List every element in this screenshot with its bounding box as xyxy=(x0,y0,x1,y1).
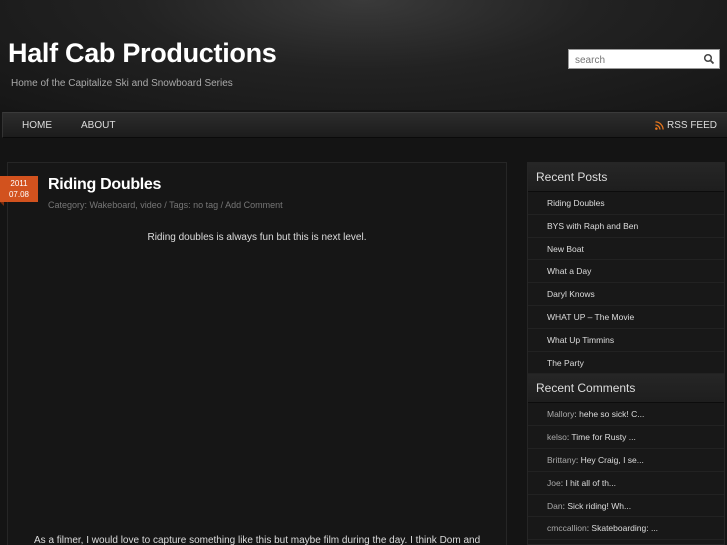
recent-post-link[interactable]: What a Day xyxy=(528,260,724,284)
comment-author: Mallory xyxy=(547,409,575,420)
rss-feed-link[interactable]: RSS FEED xyxy=(655,120,717,131)
comment-author: Joe xyxy=(547,477,561,488)
comment-link[interactable]: Sick riding! Wh... xyxy=(567,501,631,511)
comment-link[interactable]: Time for Rusty ... xyxy=(571,432,635,442)
recent-post-link[interactable]: New Boat xyxy=(528,238,724,261)
site-description: Home of the Capitalize Ski and Snowboard… xyxy=(11,78,233,89)
recent-comments-title: Recent Comments xyxy=(528,374,724,404)
comment-author: cmccallion xyxy=(547,523,587,534)
comment-link[interactable]: I hit all of th... xyxy=(565,478,616,488)
post-title[interactable]: Riding Doubles xyxy=(48,176,161,194)
post-body-text: As a filmer, I would love to capture som… xyxy=(34,535,481,545)
nav-item-about[interactable]: ABOUT xyxy=(81,120,115,131)
comment-link[interactable]: Hey Craig, I se... xyxy=(581,455,644,465)
recent-comment: cmccallion: Skateboarding: ... xyxy=(528,517,724,541)
post-date-day: 07.08 xyxy=(8,190,30,199)
comment-author: Dan xyxy=(547,500,563,511)
rss-icon xyxy=(655,121,664,130)
rss-label: RSS FEED xyxy=(666,120,717,131)
main-nav: HOME ABOUT RSS FEED xyxy=(2,112,727,138)
comment-author: Brittany xyxy=(547,454,576,465)
site-header: Half Cab Productions Home of the Capital… xyxy=(0,0,727,110)
sidebar: Recent Posts Riding Doubles BYS with Rap… xyxy=(527,162,725,545)
post-date-badge: 2011 07.08 xyxy=(0,176,38,206)
post-lead-text: Riding doubles is always fun but this is… xyxy=(147,232,367,243)
recent-comment: Brittany: Hey Craig, I se... xyxy=(528,449,724,472)
post-date-year: 2011 xyxy=(10,179,28,188)
recent-posts-title: Recent Posts xyxy=(528,163,724,192)
search-input[interactable] xyxy=(569,51,697,70)
comment-link[interactable]: Skateboarding: ... xyxy=(591,523,658,533)
post-meta: Category: Wakeboard, video / Tags: no ta… xyxy=(48,200,283,210)
search-icon[interactable] xyxy=(703,53,715,65)
recent-post-link[interactable]: WHAT UP – The Movie xyxy=(528,306,724,329)
site-title[interactable]: Half Cab Productions xyxy=(8,38,277,69)
recent-post-link[interactable]: The Party xyxy=(528,352,724,375)
recent-comment: kelso: Time for Rusty ... xyxy=(528,426,724,449)
recent-comments-list: Mallory: hehe so sick! C... kelso: Time … xyxy=(528,403,724,541)
recent-post-link[interactable]: BYS with Raph and Ben xyxy=(528,215,724,238)
recent-comment: Joe: I hit all of th... xyxy=(528,472,724,495)
comment-author: kelso xyxy=(547,432,567,443)
recent-post-link[interactable]: Daryl Knows xyxy=(528,283,724,306)
recent-comment: Mallory: hehe so sick! C... xyxy=(528,403,724,427)
recent-posts-list: Riding Doubles BYS with Raph and Ben New… xyxy=(528,192,724,375)
recent-post-link[interactable]: What Up Timmins xyxy=(528,329,724,352)
recent-post-link[interactable]: Riding Doubles xyxy=(528,192,724,215)
search-box xyxy=(568,49,720,70)
post-content-area xyxy=(7,162,507,545)
recent-comment: Dan: Sick riding! Wh... xyxy=(528,495,724,518)
nav-item-home[interactable]: HOME xyxy=(22,120,52,131)
comment-link[interactable]: hehe so sick! C... xyxy=(579,409,644,419)
